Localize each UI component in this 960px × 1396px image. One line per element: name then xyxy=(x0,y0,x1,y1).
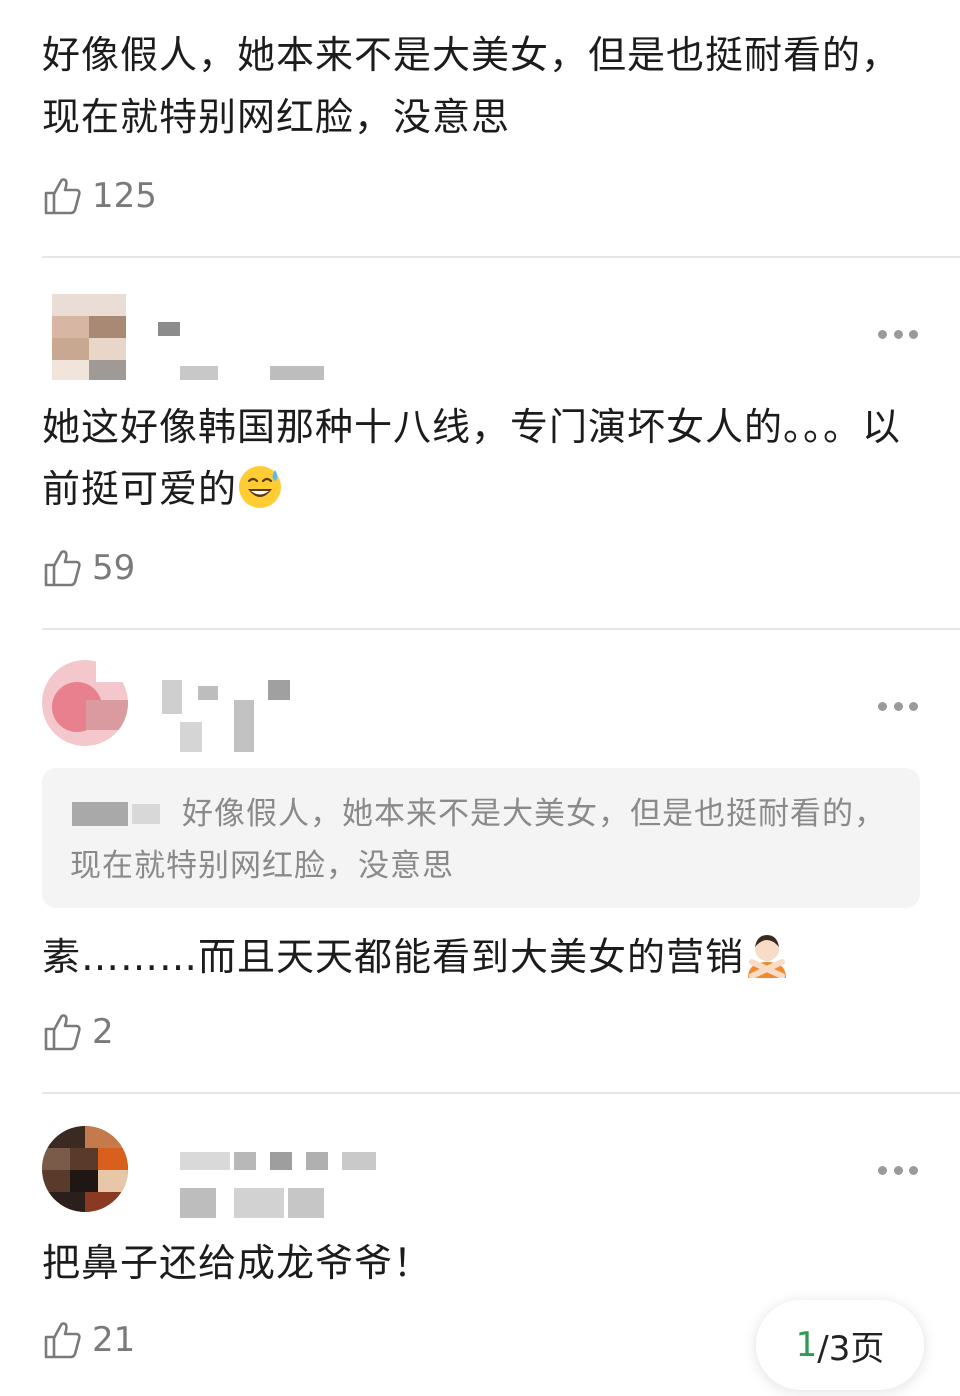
thumbs-up-icon xyxy=(44,1322,81,1359)
like-count: 59 xyxy=(92,548,136,588)
avatar[interactable] xyxy=(42,660,128,746)
comment-text: 素………而且天天都能看到大美女的营销 xyxy=(42,926,932,988)
comment-text: 好像假人，她本来不是大美女，但是也挺耐看的，现在就特别网红脸，没意思 xyxy=(42,33,901,139)
like-button[interactable]: 59 xyxy=(42,546,135,590)
comment-text: 把鼻子还给成龙爷爷！ xyxy=(42,1241,433,1285)
no-gesture-emoji xyxy=(748,935,787,978)
comment-text: 她这好像韩国那种十八线，专门演坏女人的。。。以前挺可爱的 xyxy=(42,405,902,511)
like-button[interactable]: 125 xyxy=(42,174,157,218)
more-options-icon[interactable] xyxy=(878,328,918,340)
thumbs-up-icon xyxy=(44,550,81,587)
like-count: 2 xyxy=(92,1012,114,1052)
quoted-reply[interactable]: 好像假人，她本来不是大美女，但是也挺耐看的，现在就特别网红脸，没意思 xyxy=(42,768,920,908)
like-button[interactable]: 2 xyxy=(42,1010,114,1054)
like-count: 125 xyxy=(92,176,157,216)
page-indicator-button[interactable]: 1/3页 xyxy=(756,1300,924,1390)
sweat-smile-emoji xyxy=(239,466,282,508)
thumbs-up-icon xyxy=(44,1014,81,1051)
quoted-text: 好像假人，她本来不是大美女，但是也挺耐看的，现在就特别网红脸，没意思 xyxy=(70,796,886,884)
more-options-icon[interactable] xyxy=(878,700,918,712)
avatar[interactable] xyxy=(52,294,126,380)
avatar[interactable] xyxy=(42,1126,128,1212)
divider xyxy=(42,628,960,630)
thumbs-up-icon xyxy=(44,178,81,215)
current-page: 1 xyxy=(795,1325,818,1365)
like-count: 21 xyxy=(92,1320,136,1360)
total-pages: /3页 xyxy=(817,1328,885,1369)
divider xyxy=(42,1092,960,1094)
like-button[interactable]: 21 xyxy=(42,1318,135,1362)
divider xyxy=(42,256,960,258)
more-options-icon[interactable] xyxy=(878,1164,918,1176)
